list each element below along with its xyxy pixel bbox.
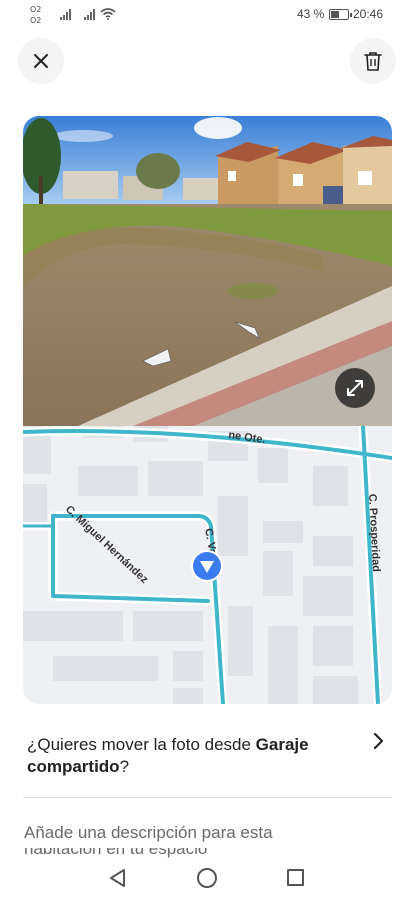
signal-icon — [60, 8, 71, 20]
delete-button[interactable] — [350, 38, 396, 84]
carrier-1: O2 — [30, 5, 42, 14]
clock: 20:46 — [353, 7, 384, 21]
recent-apps-nav-icon[interactable] — [287, 869, 304, 886]
carrier-labels: O2 O2 — [30, 4, 41, 26]
home-nav-icon[interactable] — [197, 868, 217, 888]
battery-fill — [331, 11, 339, 18]
back-nav-icon[interactable] — [108, 868, 128, 888]
battery-percent: 43 % — [297, 7, 325, 21]
location-marker-icon — [191, 550, 223, 582]
trash-icon — [364, 52, 382, 71]
move-photo-suffix: ? — [119, 757, 130, 776]
divider — [23, 797, 392, 798]
move-photo-text: ¿Quieres mover la foto desde Garaje comp… — [27, 734, 347, 778]
close-icon — [34, 54, 48, 68]
map-view[interactable]: ne Ote. C. Miguel Hernández C. Vallejo C… — [23, 426, 392, 704]
close-button[interactable] — [18, 38, 64, 84]
wifi-icon — [100, 8, 116, 20]
media-card: ne Ote. C. Miguel Hernández C. Vallejo C… — [23, 116, 392, 704]
move-photo-row[interactable]: ¿Quieres mover la foto desde Garaje comp… — [27, 730, 392, 780]
description-prompt-line-2: habitación en tu espacio — [24, 848, 208, 858]
description-prompt[interactable]: Añade una descripción para esta — [24, 822, 384, 844]
expand-photo-button[interactable] — [335, 368, 375, 408]
carrier-2: O2 — [30, 16, 42, 25]
expand-icon — [347, 380, 363, 396]
battery-icon — [329, 9, 352, 20]
move-photo-prefix: ¿Quieres mover la foto desde — [27, 735, 256, 754]
status-bar: O2 O2 43 % 20:46 — [0, 0, 415, 30]
description-prompt-cutoff: habitación en tu espacio — [24, 848, 384, 860]
chevron-right-icon — [373, 732, 384, 750]
signal-icon — [84, 8, 95, 20]
system-nav-bar — [0, 860, 415, 900]
